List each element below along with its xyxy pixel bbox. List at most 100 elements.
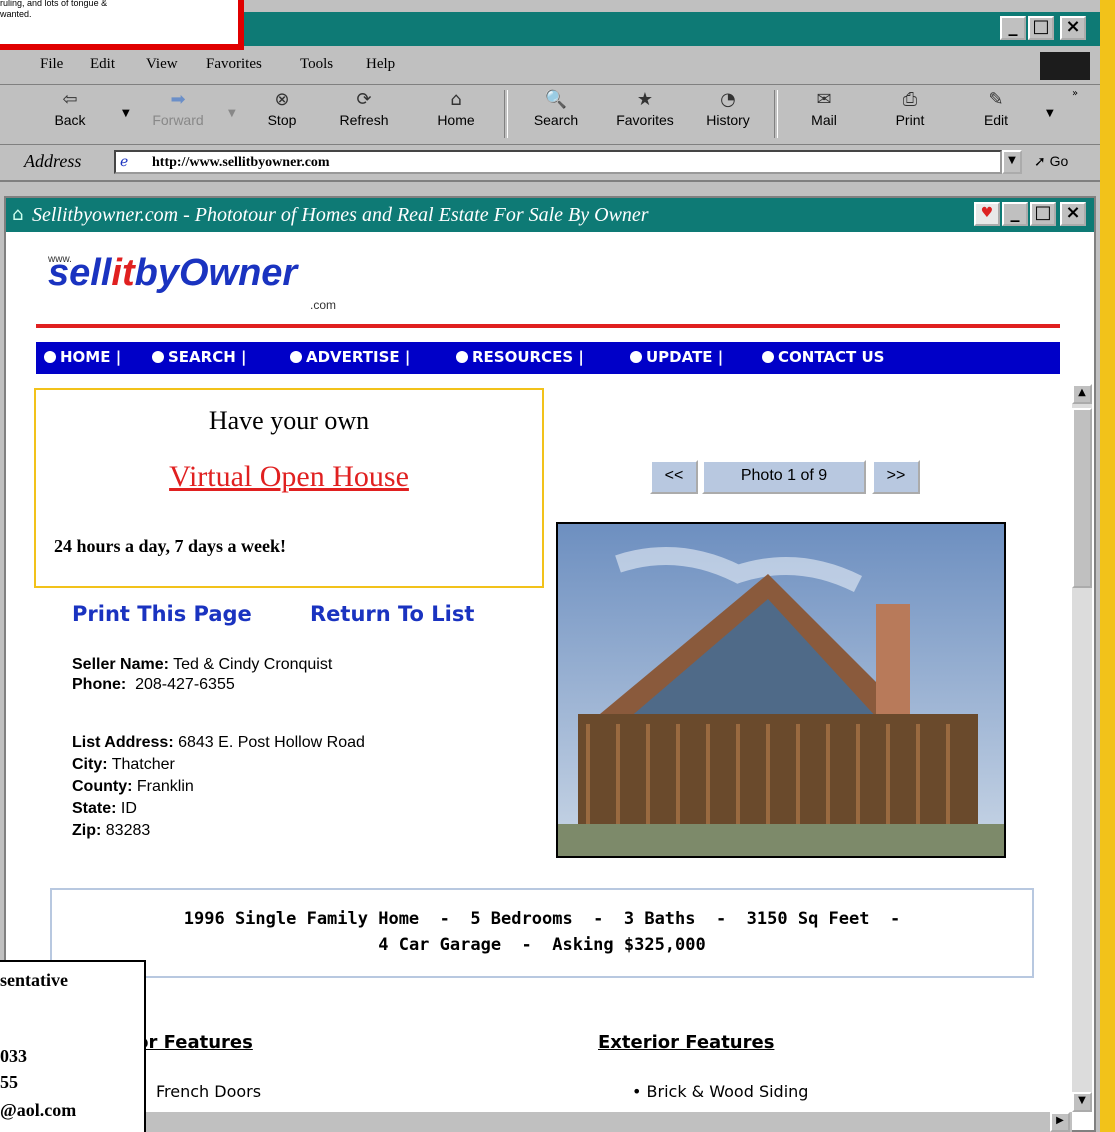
forward-dropdown-icon[interactable]: ▼ — [228, 108, 236, 119]
forward-icon: ➡ — [170, 89, 186, 110]
scroll-thumb[interactable] — [1072, 408, 1092, 588]
maximize-button[interactable]: □ — [1028, 16, 1054, 40]
house-photo-image — [558, 524, 1004, 856]
menu-view[interactable]: View — [146, 56, 178, 73]
menu-edit[interactable]: Edit — [90, 56, 115, 73]
nav-search[interactable]: SEARCH | — [152, 348, 246, 366]
address-row: List Address: 6843 E. Post Hollow Road — [72, 734, 365, 751]
favorites-icon: ★ — [636, 89, 654, 110]
search-button[interactable]: 🔍 Search — [526, 88, 586, 128]
exterior-feature-item: • Brick & Wood Siding — [632, 1082, 809, 1101]
exterior-features-heading: Exterior Features — [598, 1032, 775, 1053]
history-button[interactable]: ◔ History — [698, 88, 758, 128]
summary-box: 1996 Single Family Home - 5 Bedrooms - 3… — [50, 888, 1034, 978]
promo-tagline: 24 hours a day, 7 days a week! — [54, 536, 287, 556]
ie-page-icon: ℯ — [120, 154, 129, 170]
home-icon: ⌂ — [450, 89, 462, 110]
more-dropdown-icon[interactable]: ▼ — [1046, 108, 1054, 119]
refresh-icon: ⟳ — [356, 89, 372, 110]
chevron-right-icon[interactable]: » — [1072, 88, 1078, 99]
seller-name: Ted & Cindy Cronquist — [173, 656, 333, 673]
site-logo[interactable]: sellitbyOwner — [48, 252, 297, 295]
menu-bar: File Edit View Favorites Tools Help — [0, 48, 1100, 85]
bullet-icon — [44, 351, 56, 363]
overlay-note-text: ruling, and lots of tongue & wanted. — [0, 0, 108, 19]
forward-button[interactable]: ➡ Forward — [148, 88, 208, 128]
rep-phone-2: 55 — [0, 1072, 18, 1092]
city-row: City: Thatcher — [72, 756, 175, 773]
vertical-scrollbar[interactable]: ▲ ▼ — [1072, 384, 1092, 1112]
inner-minimize-button[interactable]: _ — [1002, 202, 1028, 226]
rep-email[interactable]: @aol.com — [0, 1100, 76, 1121]
logo-com: .com — [310, 298, 337, 312]
scroll-right-icon[interactable]: ▶ — [1050, 1112, 1070, 1132]
promo-link[interactable]: Virtual Open House — [36, 460, 542, 494]
toolbar: ⇦ Back ▼ ➡ Forward ▼ ⊗ Stop ⟳ Refresh ⌂ Home … — [0, 86, 1100, 145]
bullet-icon — [456, 351, 468, 363]
stop-icon: ⊗ — [274, 89, 290, 110]
next-photo-button[interactable]: >> — [872, 460, 920, 494]
back-dropdown-icon[interactable]: ▼ — [122, 108, 130, 119]
nav-home[interactable]: HOME | — [44, 348, 121, 366]
menu-help[interactable]: Help — [366, 56, 395, 73]
promo-box: Have your own Virtual Open House 24 hour… — [34, 388, 544, 588]
history-icon: ◔ — [720, 89, 736, 110]
state-row: State: ID — [72, 800, 137, 817]
print-icon: ⎙ — [902, 89, 918, 110]
right-frame-strip — [1100, 0, 1115, 1132]
home-button[interactable]: ⌂ Home — [426, 88, 486, 128]
favorites-button[interactable]: ★ Favorites — [610, 88, 680, 128]
address-value: http://www.sellitbyowner.com — [152, 155, 330, 170]
stop-button[interactable]: ⊗ Stop — [252, 88, 312, 128]
menu-file[interactable]: File — [40, 56, 63, 73]
page-title: Sellitbyowner.com - Phototour of Homes a… — [32, 204, 649, 226]
refresh-button[interactable]: ⟳ Refresh — [334, 88, 394, 128]
scroll-down-icon[interactable]: ▼ — [1072, 1092, 1092, 1112]
print-page-link[interactable]: Print This Page — [72, 602, 252, 626]
return-to-list-link[interactable]: Return To List — [310, 602, 474, 626]
nav-resources[interactable]: RESOURCES | — [456, 348, 584, 366]
nav-update[interactable]: UPDATE | — [630, 348, 723, 366]
nav-contact-us[interactable]: CONTACT US — [762, 348, 884, 366]
nav-advertise[interactable]: ADVERTISE | — [290, 348, 410, 366]
inner-close-button[interactable]: × — [1060, 202, 1086, 226]
bullet-icon — [762, 351, 774, 363]
address-bar: Address ℯ http://www.sellitbyowner.com ▼… — [0, 146, 1100, 182]
zip: 83283 — [105, 822, 151, 839]
menu-favorites[interactable]: Favorites — [206, 56, 262, 73]
house-photo[interactable] — [556, 522, 1006, 858]
summary-line-1: 1996 Single Family Home - 5 Bedrooms - 3… — [183, 909, 901, 929]
go-button[interactable]: ➚ Go — [1034, 153, 1068, 170]
address-dropdown-icon[interactable]: ▼ — [1002, 150, 1022, 174]
close-button[interactable]: × — [1060, 16, 1086, 40]
phone-row: Phone: 208-427-6355 — [72, 676, 235, 693]
list-address: 6843 E. Post Hollow Road — [178, 734, 365, 751]
county-row: County: Franklin — [72, 778, 194, 795]
print-button[interactable]: ⎙ Print — [880, 88, 940, 128]
zip-row: Zip: 83283 — [72, 822, 151, 839]
back-button[interactable]: ⇦ Back — [40, 88, 100, 128]
interior-features-heading: ior Features — [130, 1032, 253, 1053]
rep-title: sentative — [0, 970, 68, 990]
summary-line-2: 4 Car Garage - Asking $325,000 — [378, 935, 706, 955]
interior-feature-item: French Doors — [156, 1082, 262, 1101]
menu-tools[interactable]: Tools — [300, 56, 333, 73]
horizontal-scrollbar[interactable]: ▶ — [10, 1112, 1072, 1132]
minimize-button[interactable]: _ — [1000, 16, 1026, 40]
state: ID — [120, 800, 137, 817]
inner-maximize-button[interactable]: □ — [1030, 202, 1056, 226]
promo-heading: Have your own — [208, 406, 370, 435]
windows-logo-icon — [1040, 52, 1090, 80]
toolbar-separator — [774, 90, 778, 138]
scroll-up-icon[interactable]: ▲ — [1072, 384, 1092, 404]
rep-phone-1: 033 — [0, 1046, 27, 1066]
back-icon: ⇦ — [62, 89, 78, 110]
favorite-heart-icon[interactable]: ♥ — [974, 202, 1000, 226]
page-window: ⌂ Sellitbyowner.com - Phototour of Homes… — [4, 196, 1096, 1132]
page-title-bar: ⌂ Sellitbyowner.com - Phototour of Homes… — [6, 198, 1094, 232]
house-icon: ⌂ — [12, 204, 24, 225]
mail-button[interactable]: ✉ Mail — [794, 88, 854, 128]
prev-photo-button[interactable]: << — [650, 460, 698, 494]
address-input[interactable]: ℯ http://www.sellitbyowner.com — [114, 150, 1002, 174]
edit-button[interactable]: ✎ Edit — [966, 88, 1026, 128]
